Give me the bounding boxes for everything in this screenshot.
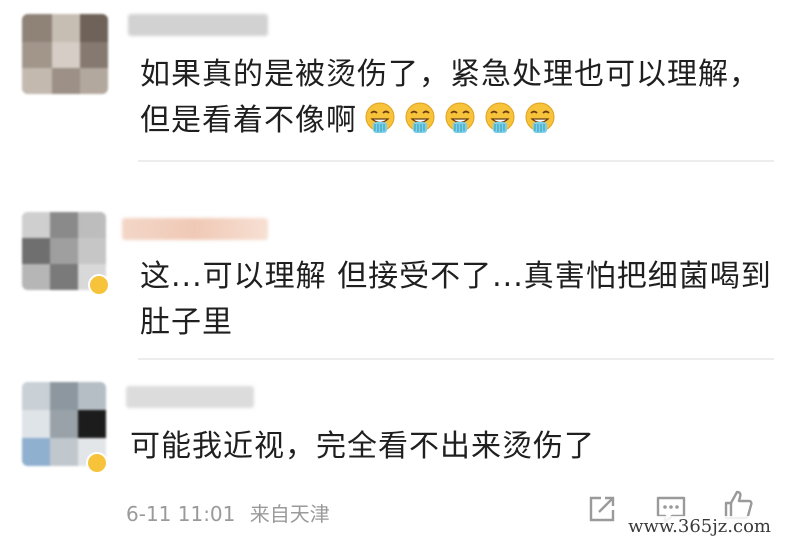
- comment-text-line: 可能我近视，完全看不出来烫伤了: [130, 429, 595, 464]
- vomit-emoji: [485, 102, 515, 133]
- comment-text: 可能我近视，完全看不出来烫伤了: [130, 424, 595, 470]
- watermark: www.365jz.com: [624, 516, 775, 537]
- timestamp: 6-11 11:01: [126, 502, 236, 526]
- username-blurred[interactable]: [128, 14, 268, 36]
- comment-text-line: 如果真的是被烫伤了，紧急处理也可以理解，: [140, 57, 760, 92]
- vomit-emoji: [405, 102, 435, 133]
- comment-text: 如果真的是被烫伤了，紧急处理也可以理解， 但是看着不像啊: [140, 52, 760, 144]
- verified-badge: [88, 274, 110, 296]
- emoji-row: [357, 102, 557, 138]
- comment-meta: 6-11 11:01 来自天津: [126, 498, 330, 527]
- share-icon[interactable]: [585, 492, 619, 526]
- vomit-emoji: [525, 102, 555, 133]
- comment-text-line: 但是看着不像啊: [140, 98, 760, 144]
- comment-text-line-content: 但是看着不像啊: [140, 103, 357, 138]
- divider: [138, 358, 774, 360]
- comment-text-line: 这...可以理解 但接受不了...真害怕把细菌喝到: [140, 259, 772, 294]
- vomit-emoji: [445, 102, 475, 133]
- divider: [138, 160, 774, 162]
- location: 来自天津: [249, 502, 330, 526]
- verified-badge: [86, 452, 108, 474]
- avatar[interactable]: [22, 14, 108, 94]
- username-blurred[interactable]: [126, 386, 254, 408]
- username-blurred[interactable]: [122, 218, 268, 240]
- comment-text-line: 肚子里: [140, 305, 233, 340]
- vomit-emoji: [365, 102, 395, 133]
- comment-text: 这...可以理解 但接受不了...真害怕把细菌喝到 肚子里: [140, 254, 772, 346]
